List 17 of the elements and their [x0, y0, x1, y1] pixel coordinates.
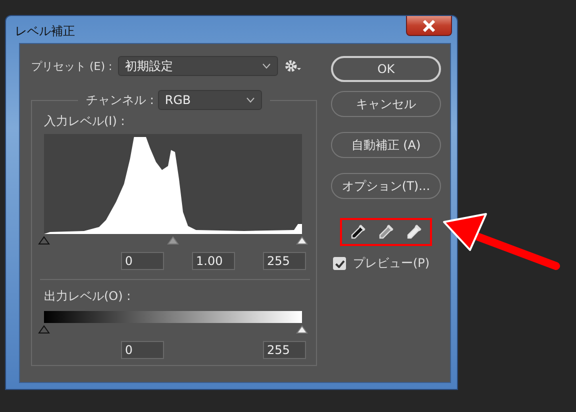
level-input[interactable]: 1.00 [192, 252, 235, 270]
level-input[interactable]: 255 [263, 341, 306, 359]
dialog-button[interactable]: キャンセル [331, 91, 441, 117]
dialog-button[interactable]: 自動補正 (A) [331, 132, 441, 158]
dialog-button[interactable]: OK [331, 56, 441, 82]
output-levels-label: 出力レベル(O) : [44, 288, 132, 305]
level-input[interactable]: 255 [263, 252, 306, 270]
input-levels-label: 入力レベル(I) : [44, 113, 126, 130]
channel-label: チャンネル : [86, 92, 154, 108]
dialog-button[interactable]: オプション(T)... [331, 173, 441, 199]
level-input[interactable]: 0 [121, 341, 164, 359]
preview-label: プレビュー(P) [353, 255, 430, 272]
level-input[interactable]: 0 [121, 252, 164, 270]
preset-label: プリセット (E) : [31, 58, 112, 74]
channel-dropdown[interactable]: RGB [158, 90, 262, 110]
preset-dropdown[interactable]: 初期設定 [118, 56, 278, 76]
window-title: レベル補正 [15, 23, 75, 40]
